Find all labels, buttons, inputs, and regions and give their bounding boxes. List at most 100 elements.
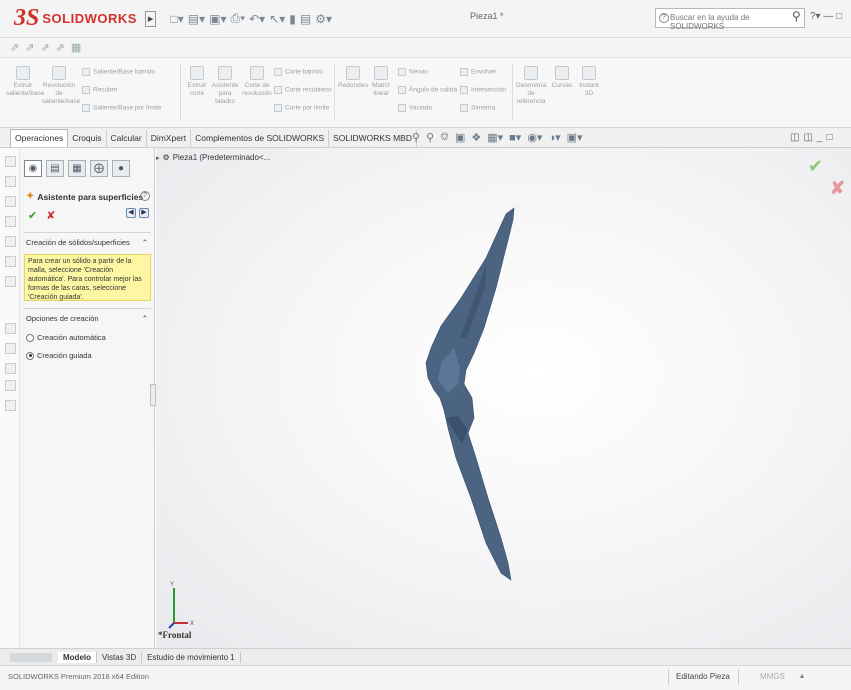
- instant3d-button[interactable]: Instant 3D: [576, 66, 602, 98]
- mesh-model[interactable]: [425, 207, 515, 581]
- search-icon[interactable]: ⚲: [792, 9, 801, 23]
- pane-tool-icon[interactable]: [5, 323, 16, 334]
- property-manager-tab-icon[interactable]: ▤: [46, 160, 64, 177]
- intersect-button[interactable]: Intersección: [460, 86, 506, 94]
- graphics-area[interactable]: ▸ ⚙ Pieza1 (Predeterminado<... ✔ ✘ Y X *…: [156, 148, 851, 648]
- minimize-icon[interactable]: —: [823, 11, 833, 22]
- curves-button[interactable]: Curvas: [550, 66, 574, 90]
- forum-icon[interactable]: [5, 276, 16, 287]
- options-gear-icon[interactable]: ⚙▾: [315, 12, 332, 26]
- shell-button[interactable]: Vaciado: [398, 104, 432, 112]
- help-icon[interactable]: ?: [140, 191, 150, 201]
- revolve-boss-button[interactable]: Revolución de saliente/base: [42, 66, 80, 106]
- wrap-button[interactable]: Envolver: [460, 68, 496, 76]
- feature-manager-tab-icon[interactable]: ◉: [24, 160, 42, 177]
- save-icon[interactable]: ▣▾: [209, 12, 226, 26]
- new-document-icon[interactable]: □▾: [170, 12, 183, 26]
- back-arrow-icon[interactable]: ◀: [126, 208, 136, 218]
- collapse-chevron-icon[interactable]: ⌃: [142, 314, 148, 323]
- radio-auto-creation[interactable]: Creación automática: [26, 333, 106, 342]
- rebuild-icon[interactable]: ▮: [289, 12, 296, 26]
- dynamic-annotation-icon[interactable]: ❖: [471, 131, 481, 144]
- filter-edges-icon[interactable]: ⇗: [25, 41, 34, 54]
- swept-boss-button[interactable]: Saliente/Base barrido: [82, 68, 155, 76]
- loft-button[interactable]: Recubrir: [82, 86, 118, 94]
- tab-mbd[interactable]: SOLIDWORKS MBD: [329, 130, 417, 147]
- display-style-icon[interactable]: ■▾: [509, 131, 521, 144]
- fillet-button[interactable]: Redondeo: [338, 66, 368, 90]
- edit-appearance-icon[interactable]: ◑▾: [548, 131, 560, 144]
- pane-tool-icon[interactable]: [5, 363, 16, 374]
- help-search-input[interactable]: ? Buscar en la ayuda de SOLIDWORKS: [655, 8, 805, 31]
- pane-tool-icon[interactable]: [5, 380, 16, 391]
- tab-vistas-3d[interactable]: Vistas 3D: [97, 651, 143, 663]
- solidworks-resources-icon[interactable]: [5, 256, 16, 267]
- filter-toggle-icon[interactable]: ▦: [71, 41, 81, 54]
- view-palette-icon[interactable]: [5, 196, 16, 207]
- pane-tool-icon[interactable]: [5, 343, 16, 354]
- tab-modelo[interactable]: Modelo: [58, 651, 97, 663]
- display-manager-tab-icon[interactable]: ●: [112, 160, 130, 177]
- appearances-icon[interactable]: [5, 216, 16, 227]
- view-orientation-icon[interactable]: ▦▾: [487, 131, 503, 144]
- units-selector[interactable]: MMGS: [760, 672, 785, 681]
- zoom-area-icon[interactable]: ⚲: [426, 131, 434, 144]
- lofted-cut-button[interactable]: Corte recubierto: [274, 86, 332, 94]
- group-header-options[interactable]: Opciones de creación ⌃: [26, 314, 148, 323]
- tab-croquis[interactable]: Croquis: [68, 130, 107, 147]
- tab-complementos[interactable]: Complementos de SOLIDWORKS: [191, 130, 330, 147]
- mirror-button[interactable]: Simetría: [460, 104, 495, 112]
- cancel-x-icon[interactable]: ✘: [46, 210, 55, 222]
- configuration-manager-tab-icon[interactable]: ▦: [68, 160, 86, 177]
- custom-properties-icon[interactable]: [5, 236, 16, 247]
- boundary-boss-button[interactable]: Saliente/Base por límite: [82, 104, 162, 112]
- swept-cut-button[interactable]: Corte barrido: [274, 68, 323, 76]
- hole-wizard-button[interactable]: Asistente para taladro: [210, 66, 240, 106]
- draft-button[interactable]: Ángulo de salida: [398, 86, 457, 94]
- next-arrow-icon[interactable]: ▶: [139, 208, 149, 218]
- file-explorer-icon[interactable]: [5, 176, 16, 187]
- doc-restore-icon[interactable]: □: [826, 132, 836, 143]
- revolved-cut-button[interactable]: Corte de revolución: [242, 66, 272, 98]
- linear-pattern-button[interactable]: Matriz lineal: [368, 66, 394, 98]
- ok-check-icon[interactable]: ✔: [28, 210, 37, 222]
- solidworks-logo[interactable]: 3S SOLIDWORKS ▸: [14, 4, 157, 34]
- file-properties-icon[interactable]: ▤: [300, 12, 311, 26]
- restore-icon[interactable]: □: [836, 11, 842, 22]
- section-view-icon[interactable]: ▣: [455, 131, 465, 144]
- filter-vertices-icon[interactable]: ⇗: [10, 41, 19, 54]
- radio-button[interactable]: [26, 333, 34, 342]
- filter-faces-icon[interactable]: ⇗: [40, 41, 49, 54]
- design-library-icon[interactable]: [5, 156, 16, 167]
- undo-icon[interactable]: ↶▾: [249, 12, 265, 26]
- select-pointer-icon[interactable]: ↖▾: [269, 12, 285, 26]
- reference-geometry-button[interactable]: Geometría de referencia: [514, 66, 548, 106]
- extrude-boss-button[interactable]: Extruir saliente/base: [6, 66, 44, 98]
- units-dropdown-icon[interactable]: ▴: [800, 671, 804, 680]
- tab-dimxpert[interactable]: DimXpert: [147, 130, 192, 147]
- tab-calcular[interactable]: Calcular: [107, 130, 147, 147]
- menu-expand-arrow-icon[interactable]: ▸: [144, 10, 157, 27]
- radio-button-selected[interactable]: [26, 351, 34, 360]
- tab-operaciones[interactable]: Operaciones: [10, 129, 69, 147]
- tab-motion-study[interactable]: Estudio de movimiento 1: [142, 651, 241, 663]
- filter-bodies-icon[interactable]: ⇗: [56, 41, 65, 54]
- radio-guided-creation[interactable]: Creación guiada: [26, 351, 92, 360]
- dimxpert-manager-tab-icon[interactable]: ⨁: [90, 160, 108, 177]
- collapse-chevron-icon[interactable]: ⌃: [142, 238, 148, 247]
- hide-show-icon[interactable]: ◉▾: [527, 131, 542, 144]
- extruded-cut-button[interactable]: Extruir corte: [184, 66, 210, 98]
- print-icon[interactable]: ⎙▾: [230, 11, 245, 26]
- pane-tool-icon[interactable]: [5, 400, 16, 411]
- previous-view-icon[interactable]: ⎊: [440, 131, 449, 144]
- rib-button[interactable]: Nervio: [398, 68, 428, 76]
- tile-window-icon[interactable]: ◫: [790, 132, 803, 143]
- zoom-to-fit-icon[interactable]: ⚲: [412, 131, 420, 144]
- boundary-cut-button[interactable]: Corte por límite: [274, 104, 329, 112]
- help-menu-icon[interactable]: ?▾: [810, 11, 821, 22]
- apply-scene-icon[interactable]: ▣▾: [567, 131, 583, 144]
- cascade-window-icon[interactable]: ◫: [803, 132, 816, 143]
- group-header-creation[interactable]: Creación de sólidos/superficies ⌃: [26, 238, 148, 247]
- open-document-icon[interactable]: ▤▾: [188, 12, 205, 26]
- tab-scroll-arrows[interactable]: [10, 652, 52, 662]
